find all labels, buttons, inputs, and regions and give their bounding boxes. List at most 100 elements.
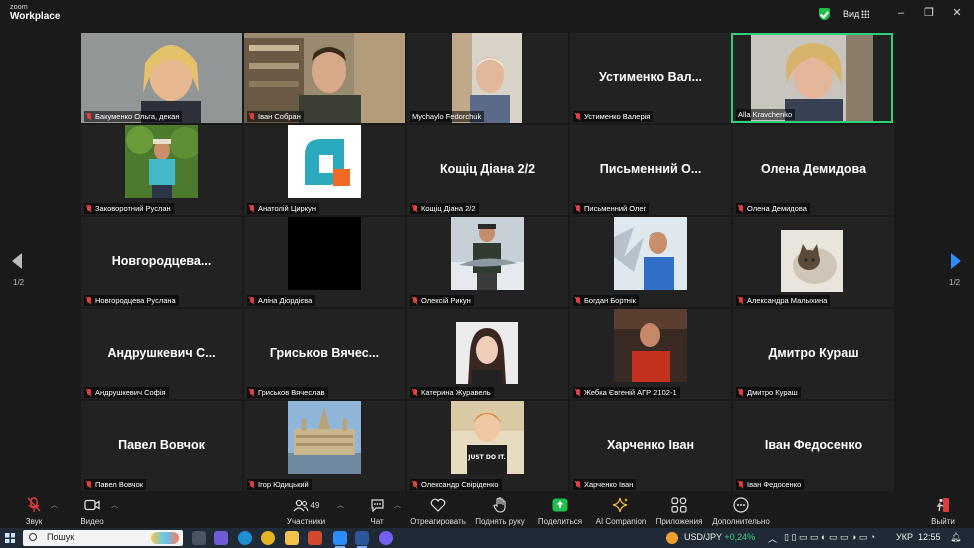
search-icon — [29, 533, 37, 541]
grid-view-icon[interactable] — [861, 10, 869, 18]
participant-tile[interactable]: Богдан Бортнік — [570, 217, 731, 307]
apps-icon — [671, 497, 687, 513]
taskbar-search[interactable]: Пошук — [23, 530, 183, 546]
audio-options-caret-icon[interactable]: ︿ — [51, 500, 58, 510]
leave-button[interactable]: Выйти — [928, 496, 958, 526]
participant-video — [614, 217, 687, 290]
participant-tile[interactable]: Олена Демидова Олена Демидова — [733, 125, 894, 215]
close-icon[interactable]: ✕ — [948, 5, 966, 21]
participant-display-name: Новгородцева... — [111, 254, 212, 268]
more-button[interactable]: Дополнительно — [711, 496, 771, 526]
clock-time[interactable]: 12:55 — [918, 532, 941, 542]
zoom-app-icon[interactable] — [333, 531, 347, 548]
share-button[interactable]: Поделиться — [536, 496, 584, 526]
minimize-icon[interactable]: – — [892, 5, 910, 21]
chat-icon — [370, 499, 384, 512]
audio-button[interactable]: Звук — [20, 496, 48, 526]
chrome-browser-icon[interactable] — [261, 531, 275, 545]
mic-muted-icon — [86, 113, 92, 120]
chat-button[interactable]: Чат — [364, 496, 390, 526]
participant-tile[interactable]: Аліна Діордієва — [244, 217, 405, 307]
video-button[interactable]: Видео — [78, 496, 106, 526]
mic-muted-icon — [86, 481, 92, 488]
word-icon[interactable] — [355, 531, 369, 548]
chat-options-caret-icon[interactable]: ︿ — [394, 500, 401, 510]
participant-tile-active-speaker[interactable]: Alla Kravchenko — [731, 33, 893, 123]
participant-tile[interactable]: Харченко Іван Харченко Іван — [570, 401, 731, 491]
participant-tile[interactable]: Жебка Євгеній АГР 2102-1 — [570, 309, 731, 399]
heart-icon — [430, 498, 446, 512]
tray-icons[interactable]: ▯ ▯ ▭ ▭ ◐ ▭ ▭ ◑ ▭ ◔ — [784, 532, 875, 543]
page-indicator-left: 1/2 — [13, 278, 25, 287]
participant-tile[interactable]: Анатолій Циркун — [244, 125, 405, 215]
participant-tile[interactable]: Заковоротний Руслан — [81, 125, 242, 215]
brand-small: zoom — [10, 4, 28, 11]
participant-tile[interactable]: Іван Федосенко Іван Федосенко — [733, 401, 894, 491]
copilot-icon[interactable] — [214, 531, 228, 545]
participant-tile[interactable]: Устименко Вал... Устименко Валерія — [570, 33, 731, 123]
participant-name-label: Mychaylo Fedorchuk — [410, 111, 485, 122]
participant-tile[interactable]: Mychaylo Fedorchuk — [407, 33, 568, 123]
participant-name-label: Ігор Юдицький — [247, 479, 312, 490]
participant-tile[interactable]: Кощіц Діана 2/2 Кощіц Діана 2/2 — [407, 125, 568, 215]
participant-display-name: Харченко Іван — [606, 438, 695, 452]
participant-tile[interactable]: Олексій Рикун — [407, 217, 568, 307]
participant-tile[interactable]: Письменний О... Письменний Олег — [570, 125, 731, 215]
video-options-caret-icon[interactable]: ︿ — [111, 500, 118, 510]
participant-video — [288, 217, 361, 290]
participant-tile[interactable]: Іван Собран — [244, 33, 405, 123]
participant-tile[interactable]: Ігор Юдицький — [244, 401, 405, 491]
apps-button[interactable]: Приложения — [655, 496, 703, 526]
windows-start-icon[interactable] — [5, 533, 15, 543]
leave-label: Выйти — [931, 517, 955, 526]
restore-icon[interactable]: ❐ — [920, 5, 938, 21]
tray-overflow-chevron-icon[interactable]: ︿ — [768, 532, 777, 545]
participant-tile[interactable]: JUST DO IT. Олександр Свіріденко — [407, 401, 568, 491]
mic-muted-icon — [738, 297, 744, 304]
participants-label: Участники — [286, 517, 326, 526]
edge-browser-icon[interactable] — [238, 531, 252, 545]
participants-button[interactable]: 49 Участники — [284, 496, 328, 526]
participant-display-name: Гриськов Вячес... — [269, 346, 380, 360]
participant-tile[interactable]: Катерина Журавель — [407, 309, 568, 399]
participant-tile[interactable]: Александра Малыхина — [733, 217, 894, 307]
participant-tile[interactable]: Андрушкевич С... Андрушкевич Софія — [81, 309, 242, 399]
viber-icon[interactable] — [379, 531, 393, 545]
view-button[interactable]: Вид — [843, 9, 859, 19]
currency-change: +0,24% — [724, 532, 756, 542]
apps-label: Приложения — [655, 517, 703, 526]
react-label: Отреагировать — [410, 517, 466, 526]
input-language[interactable]: УКР — [896, 532, 913, 542]
participant-tile[interactable]: Павел Вовчок Павел Вовчок — [81, 401, 242, 491]
brand-big: Workplace — [10, 11, 61, 22]
participant-tile[interactable]: Бакуменко Ольга, декан — [81, 33, 242, 123]
participant-display-name: Іван Федосенко — [764, 438, 863, 452]
mic-muted-icon — [738, 389, 744, 396]
participant-name-label: Кощіц Діана 2/2 — [410, 203, 479, 214]
participant-tile[interactable]: Дмитро Кураш Дмитро Кураш — [733, 309, 894, 399]
react-button[interactable]: Отреагировать — [410, 496, 466, 526]
currency-widget-icon — [666, 532, 678, 544]
currency-widget[interactable]: USD/JPY +0,24% — [684, 532, 755, 542]
ai-companion-button[interactable]: AI Companion — [594, 496, 648, 526]
participant-video — [288, 125, 361, 198]
previous-page-icon[interactable] — [12, 253, 22, 269]
mic-muted-icon — [738, 481, 744, 488]
participant-display-name: Олена Демидова — [760, 162, 867, 176]
participant-tile[interactable]: Новгородцева... Новгородцева Руслана — [81, 217, 242, 307]
notification-bell-icon[interactable]: 🔔︎ — [950, 532, 961, 543]
participant-display-name: Письменний О... — [599, 162, 702, 176]
participant-display-name: Устименко Вал... — [598, 70, 703, 84]
powerpoint-icon[interactable] — [308, 531, 322, 545]
participants-options-caret-icon[interactable]: ︿ — [337, 500, 344, 510]
file-explorer-icon[interactable] — [285, 531, 299, 545]
next-page-icon[interactable] — [951, 253, 961, 269]
raise-hand-icon — [493, 497, 506, 513]
task-view-icon[interactable] — [192, 531, 206, 545]
more-dots-icon — [733, 497, 749, 513]
encryption-shield-icon[interactable] — [819, 8, 830, 20]
mic-muted-icon — [412, 389, 418, 396]
participant-name-label: Жебка Євгеній АГР 2102-1 — [573, 387, 680, 398]
raise-hand-button[interactable]: Поднять руку — [473, 496, 527, 526]
participant-tile[interactable]: Гриськов Вячес... Гриськов Вячеслав — [244, 309, 405, 399]
